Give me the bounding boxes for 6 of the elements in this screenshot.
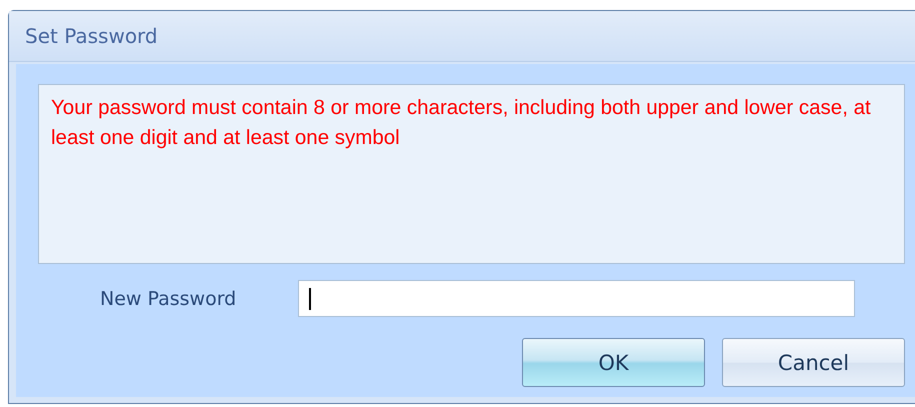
window-title: Set Password <box>25 24 158 48</box>
ok-button[interactable]: OK <box>522 338 705 387</box>
password-requirements-message: Your password must contain 8 or more characters, including both upper and lower case, at least one digit and at least one symbol <box>38 84 905 264</box>
cancel-button[interactable]: Cancel <box>722 338 905 387</box>
field-label: New Password <box>100 288 238 310</box>
password-input-field[interactable] <box>298 280 855 317</box>
